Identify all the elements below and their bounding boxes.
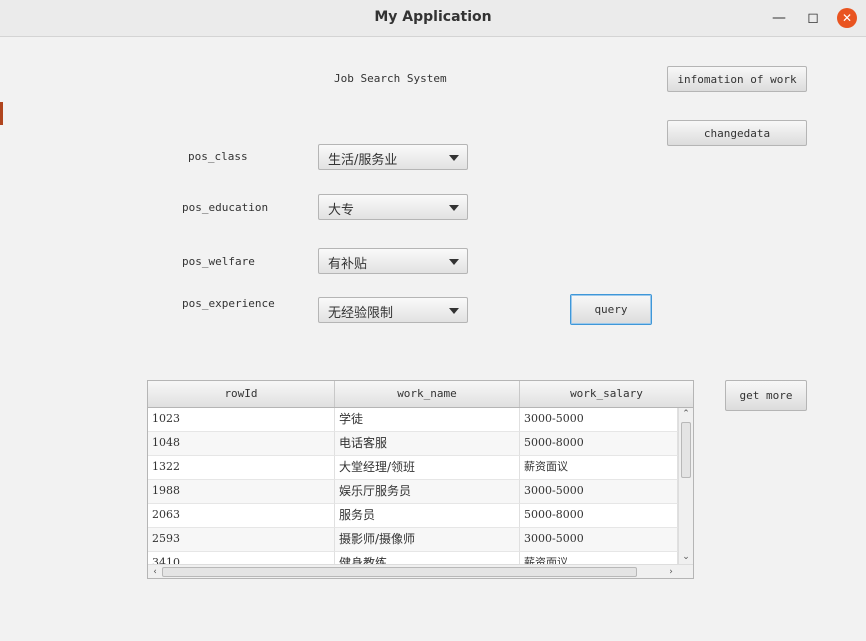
pos-welfare-label: pos_welfare [182, 255, 255, 268]
minimize-icon[interactable]: — [769, 8, 789, 28]
pos-experience-label: pos_experience [182, 297, 275, 310]
information-of-work-button[interactable]: infomation of work [667, 66, 807, 92]
cell-work-salary: 薪资面议 [520, 456, 678, 480]
cell-work-name: 电话客服 [335, 432, 520, 456]
pos-class-value: 生活/服务业 [328, 153, 398, 168]
pos-experience-select[interactable]: 无经验限制 [318, 297, 468, 323]
pos-welfare-value: 有补贴 [328, 257, 368, 272]
cell-rowid: 2593 [148, 528, 335, 552]
cell-work-name: 摄影师/摄像师 [335, 528, 520, 552]
table-row[interactable]: 2063 服务员 5000-8000 [148, 504, 678, 528]
vertical-scrollbar[interactable]: ⌃ ⌄ [678, 408, 693, 564]
scroll-down-icon[interactable]: ⌄ [680, 551, 692, 563]
cell-rowid: 2063 [148, 504, 335, 528]
cell-work-salary: 5000-8000 [520, 432, 678, 456]
cell-work-name: 服务员 [335, 504, 520, 528]
cell-work-salary: 5000-8000 [520, 504, 678, 528]
pos-education-select[interactable]: 大专 [318, 194, 468, 220]
chevron-down-icon [449, 308, 459, 314]
cell-rowid: 1322 [148, 456, 335, 480]
table-row[interactable]: 3410 健身教练 薪资面议 [148, 552, 678, 564]
window-edge-marker [0, 102, 3, 125]
title-bar: My Application — ◻ ✕ [0, 0, 866, 37]
scroll-up-icon[interactable]: ⌃ [680, 408, 692, 420]
table-row[interactable]: 2593 摄影师/摄像师 3000-5000 [148, 528, 678, 552]
column-header-work-name[interactable]: work_name [335, 381, 520, 407]
chevron-down-icon [449, 155, 459, 161]
column-header-work-salary[interactable]: work_salary [520, 381, 693, 407]
cell-work-salary: 3000-5000 [520, 480, 678, 504]
chevron-down-icon [449, 205, 459, 211]
cell-work-salary: 3000-5000 [520, 408, 678, 432]
cell-work-salary: 薪资面议 [520, 552, 678, 564]
close-icon[interactable]: ✕ [837, 8, 857, 28]
scroll-left-icon[interactable]: ‹ [149, 566, 161, 578]
pos-education-value: 大专 [328, 203, 355, 218]
scroll-right-icon[interactable]: › [665, 566, 677, 578]
cell-work-name: 娱乐厅服务员 [335, 480, 520, 504]
cell-work-name: 健身教练 [335, 552, 520, 564]
cell-rowid: 1023 [148, 408, 335, 432]
cell-work-salary: 3000-5000 [520, 528, 678, 552]
cell-work-name: 学徒 [335, 408, 520, 432]
table-row[interactable]: 1322 大堂经理/领班 薪资面议 [148, 456, 678, 480]
table-row[interactable]: 1023 学徒 3000-5000 [148, 408, 678, 432]
cell-work-name: 大堂经理/领班 [335, 456, 520, 480]
maximize-icon[interactable]: ◻ [803, 8, 823, 28]
table-header: rowId work_name work_salary [148, 381, 693, 408]
pos-experience-value: 无经验限制 [328, 306, 394, 321]
column-header-rowid[interactable]: rowId [148, 381, 335, 407]
pos-class-label: pos_class [188, 150, 248, 163]
horizontal-scrollbar[interactable]: ‹ › [148, 564, 693, 578]
results-table: rowId work_name work_salary 1023 学徒 3000-5… [147, 380, 694, 579]
vertical-scroll-thumb[interactable] [681, 422, 691, 478]
changedata-button[interactable]: changedata [667, 120, 807, 146]
get-more-button[interactable]: get more [725, 380, 807, 411]
window-title: My Application [374, 9, 492, 25]
pos-education-label: pos_education [182, 201, 269, 214]
pos-welfare-select[interactable]: 有补贴 [318, 248, 468, 274]
pos-class-select[interactable]: 生活/服务业 [318, 144, 468, 170]
system-title-label: Job Search System [334, 72, 447, 85]
cell-rowid: 1988 [148, 480, 335, 504]
chevron-down-icon [449, 259, 459, 265]
table-row[interactable]: 1048 电话客服 5000-8000 [148, 432, 678, 456]
table-body: 1023 学徒 3000-5000 1048 电话客服 5000-8000 1322 大堂经理… [148, 408, 678, 564]
horizontal-scroll-thumb[interactable] [162, 567, 637, 577]
cell-rowid: 3410 [148, 552, 335, 564]
cell-rowid: 1048 [148, 432, 335, 456]
query-button[interactable]: query [570, 294, 652, 325]
table-row[interactable]: 1988 娱乐厅服务员 3000-5000 [148, 480, 678, 504]
